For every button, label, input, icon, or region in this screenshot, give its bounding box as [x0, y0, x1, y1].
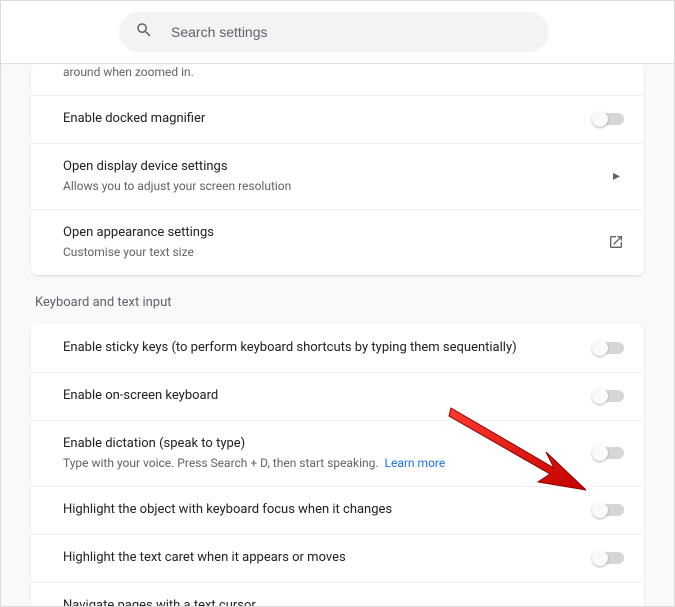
row-title: Enable sticky keys (to perform keyboard …: [63, 339, 578, 357]
external-link-icon: [608, 234, 624, 250]
row-title: Enable docked magnifier: [63, 110, 578, 128]
row-navigate-text-cursor[interactable]: Navigate pages with a text cursor To tur…: [31, 582, 644, 606]
display-section-card: around when zoomed in. Enable docked mag…: [31, 64, 644, 275]
row-highlight-keyboard-focus[interactable]: Highlight the object with keyboard focus…: [31, 486, 644, 534]
row-highlight-text-caret[interactable]: Highlight the text caret when it appears…: [31, 534, 644, 582]
row-display-device-settings[interactable]: Open display device settings Allows you …: [31, 143, 644, 209]
search-input[interactable]: [171, 24, 533, 40]
row-title: Highlight the object with keyboard focus…: [63, 501, 578, 519]
top-bar: [1, 1, 674, 64]
row-desc: Type with your voice. Press Search + D, …: [63, 455, 578, 472]
row-title: Navigate pages with a text cursor: [63, 597, 578, 606]
chevron-right-icon: ▸: [613, 168, 624, 184]
row-title: Enable dictation (speak to type): [63, 435, 578, 453]
row-title: Highlight the text caret when it appears…: [63, 549, 578, 567]
toggle-highlight-focus[interactable]: [594, 504, 624, 516]
keyboard-section-card: Enable sticky keys (to perform keyboard …: [31, 324, 644, 606]
section-heading-keyboard: Keyboard and text input: [31, 275, 644, 324]
toggle-highlight-caret[interactable]: [594, 552, 624, 564]
toggle-sticky-keys[interactable]: [594, 342, 624, 354]
toggle-onscreen-keyboard[interactable]: [594, 390, 624, 402]
row-onscreen-keyboard[interactable]: Enable on-screen keyboard: [31, 372, 644, 420]
row-sticky-keys[interactable]: Enable sticky keys (to perform keyboard …: [31, 324, 644, 372]
row-enable-dictation[interactable]: Enable dictation (speak to type) Type wi…: [31, 420, 644, 486]
row-desc: Allows you to adjust your screen resolut…: [63, 178, 597, 195]
search-icon: [135, 21, 153, 43]
search-box[interactable]: [119, 12, 549, 52]
row-appearance-settings[interactable]: Open appearance settings Customise your …: [31, 209, 644, 275]
learn-more-link[interactable]: Learn more: [385, 456, 446, 470]
partial-row-desc: around when zoomed in.: [31, 64, 644, 95]
row-title: Open display device settings: [63, 158, 597, 176]
row-title: Enable on-screen keyboard: [63, 387, 578, 405]
row-desc: Customise your text size: [63, 244, 592, 261]
toggle-enable-dictation[interactable]: [594, 447, 624, 459]
toggle-docked-magnifier[interactable]: [594, 113, 624, 125]
row-docked-magnifier[interactable]: Enable docked magnifier: [31, 95, 644, 143]
settings-scroll-area: around when zoomed in. Enable docked mag…: [1, 64, 674, 606]
row-title: Open appearance settings: [63, 224, 592, 242]
